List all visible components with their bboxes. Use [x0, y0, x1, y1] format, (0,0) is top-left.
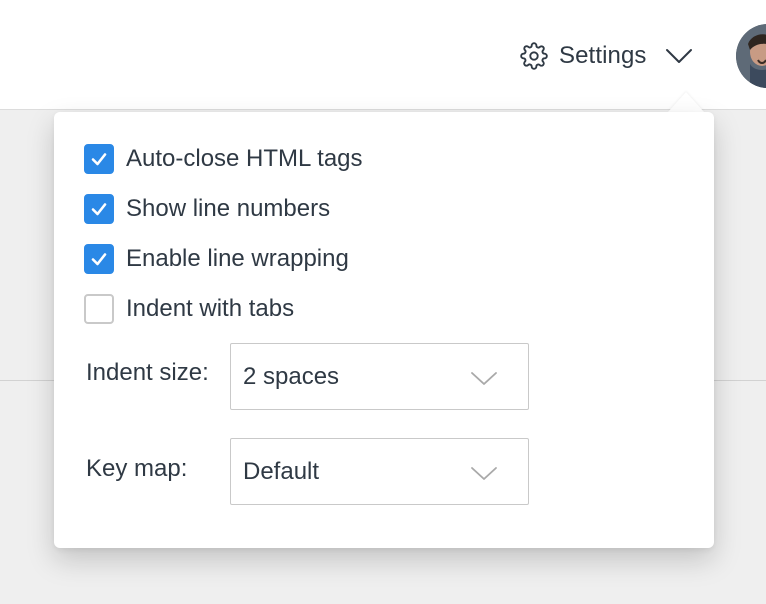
indent-size-value: 2 spaces [243, 362, 340, 390]
dropdown-caret [668, 92, 704, 112]
avatar-image [736, 24, 766, 88]
checkmark-icon [91, 253, 107, 266]
checkmark-icon [91, 153, 107, 166]
option-label: Auto-close HTML tags [126, 145, 363, 172]
option-label: Show line numbers [126, 195, 331, 222]
option-enable-line-wrapping[interactable]: Enable line wrapping [84, 243, 349, 275]
key-map-value: Default [243, 457, 320, 485]
checkbox-auto-close-html-tags[interactable] [84, 144, 114, 174]
chevron-down-icon [665, 49, 692, 63]
indent-size-select[interactable]: 2 spaces [230, 343, 529, 410]
gear-icon [520, 42, 548, 70]
key-map-label: Key map: [86, 455, 188, 482]
checkbox-show-line-numbers[interactable] [84, 194, 114, 224]
checkbox-enable-line-wrapping[interactable] [84, 244, 114, 274]
top-bar: Settings [0, 0, 766, 110]
settings-label: Settings [559, 42, 647, 69]
user-avatar[interactable] [736, 24, 766, 88]
checkmark-icon [91, 203, 107, 216]
option-label: Indent with tabs [126, 295, 295, 322]
option-show-line-numbers[interactable]: Show line numbers [84, 193, 330, 225]
option-label: Enable line wrapping [126, 245, 349, 272]
indent-size-label: Indent size: [86, 359, 209, 386]
option-indent-with-tabs[interactable]: Indent with tabs [84, 293, 294, 325]
key-map-select[interactable]: Default [230, 438, 529, 505]
chevron-down-icon [471, 372, 497, 385]
chevron-down-icon [471, 467, 497, 480]
settings-dropdown-trigger[interactable]: Settings [520, 39, 693, 73]
option-auto-close-html-tags[interactable]: Auto-close HTML tags [84, 143, 363, 175]
checkbox-indent-with-tabs[interactable] [84, 294, 114, 324]
